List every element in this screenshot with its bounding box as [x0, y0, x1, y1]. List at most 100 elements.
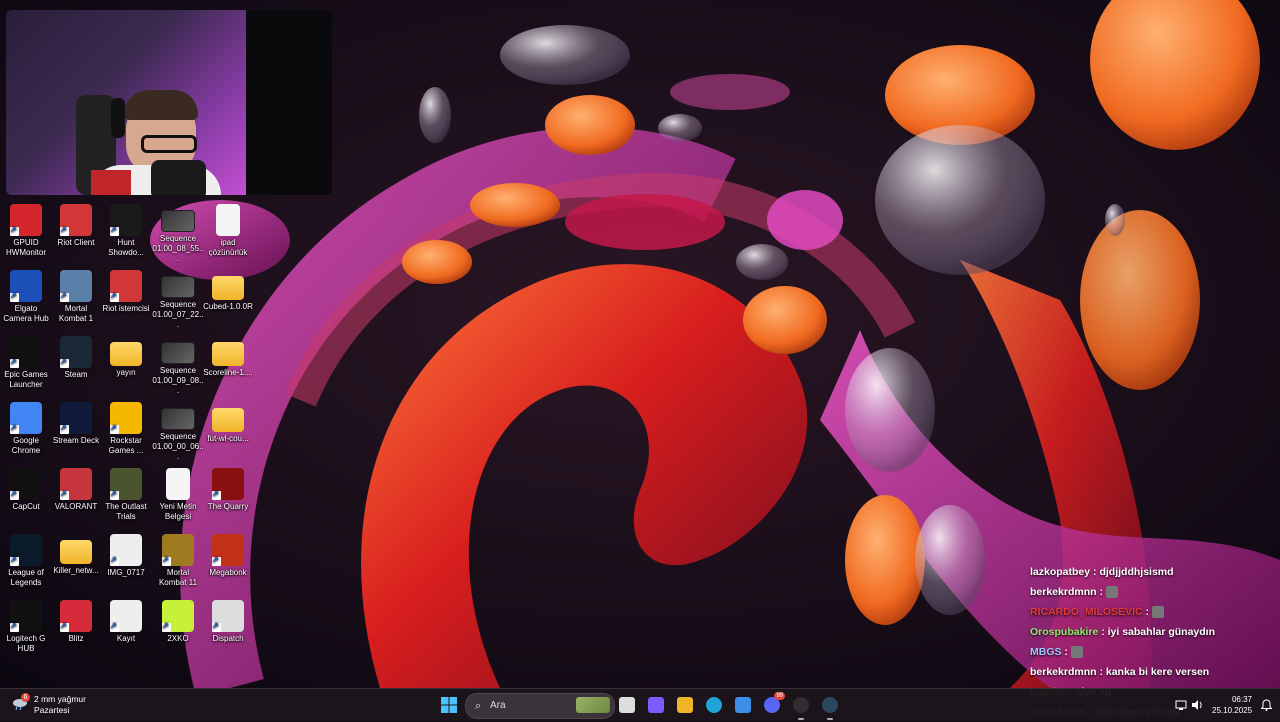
outlast-trials-icon — [110, 468, 142, 500]
desktop-icon[interactable]: Stream Deck — [50, 398, 102, 446]
copilot-taskbar-button[interactable] — [645, 694, 667, 716]
bell-icon — [1260, 699, 1272, 711]
microsoft-store-taskbar-button[interactable] — [732, 694, 754, 716]
league-of-legends-icon — [10, 534, 42, 566]
task-view-taskbar-button[interactable] — [616, 694, 638, 716]
edge-taskbar-button[interactable] — [703, 694, 725, 716]
desktop-icon[interactable]: The Outlast Trials — [100, 464, 152, 522]
desktop-icon[interactable]: ipad çözünürlük — [202, 200, 254, 258]
desktop-icon[interactable]: Riot Client — [50, 200, 102, 248]
taskbar-search[interactable]: ⌕ Ara — [465, 693, 615, 719]
chat-username: RICARDO_MILOSEVIĆ — [1030, 606, 1143, 618]
chat-username: berkekrdmnn — [1030, 586, 1097, 598]
chat-username: lazkopatbey — [1030, 566, 1091, 578]
microsoft-store-icon — [735, 697, 751, 713]
obs-taskbar-button[interactable] — [790, 694, 812, 720]
desktop-icon[interactable]: GPUID HWMonitor — [0, 200, 52, 258]
desktop-icon[interactable]: Killer_netw... — [50, 530, 102, 576]
shortcut-arrow-icon — [110, 291, 119, 302]
desktop-icon[interactable]: IMG_0717 — [100, 530, 152, 578]
desktop-icon[interactable]: League of Legends — [0, 530, 52, 588]
desktop-icon-label: The Quarry — [207, 502, 249, 511]
desktop-icon[interactable]: Riot istemcisi — [100, 266, 152, 314]
hunt-showdown-icon — [110, 204, 142, 236]
desktop-icon[interactable]: Sequence 01.00_07_22... — [152, 266, 204, 330]
desktop-icon-label: League of Legends — [8, 568, 44, 587]
desktop-icon-label: ipad çözünürlük — [208, 238, 248, 257]
mortal-kombat-1-icon — [60, 270, 92, 302]
clock-time: 06:37 — [1231, 695, 1252, 704]
desktop-icon[interactable]: The Quarry — [202, 464, 254, 512]
desktop-icon[interactable]: Megabonk — [202, 530, 254, 578]
desktop-icon-label: Sequence 01.00_07_22... — [152, 300, 204, 329]
desktop-icon[interactable]: Rockstar Games ... — [100, 398, 152, 456]
shortcut-arrow-icon — [212, 621, 221, 632]
desktop-icon[interactable]: Mortal Kombat 11 — [152, 530, 204, 588]
desktop-icon-label: 2XKO — [167, 634, 189, 643]
taskbar-clock[interactable]: 06:37 25.10.2025 — [1212, 694, 1252, 716]
desktop-icon-label: fut-wl-cou... — [207, 434, 249, 443]
steam-taskbar-button[interactable] — [819, 694, 841, 720]
desktop-icon-label: Cubed-1.0.0R — [203, 302, 253, 311]
valorant-icon — [60, 468, 92, 500]
file-explorer-taskbar-button[interactable] — [674, 694, 696, 716]
start-button[interactable] — [438, 694, 460, 716]
desktop-icon-label: Blitz — [68, 634, 84, 643]
shortcut-arrow-icon — [10, 489, 19, 500]
folder-icon — [212, 408, 244, 432]
desktop-icon[interactable]: 2XKO — [152, 596, 204, 644]
desktop-icon[interactable]: Sequence 01.00_09_08... — [152, 332, 204, 396]
shortcut-arrow-icon — [10, 225, 19, 236]
desktop-icon[interactable]: Blitz — [50, 596, 102, 644]
desktop-icon[interactable]: Scoreline-1.... — [202, 332, 254, 378]
folder-icon — [212, 342, 244, 366]
task-view-icon — [619, 697, 635, 713]
desktop-icon-label: yayın — [116, 368, 136, 377]
desktop-icon[interactable]: Yeni Metin Belgesi — [152, 464, 204, 522]
notification-bell-icon[interactable] — [1255, 694, 1277, 716]
blitz-icon — [60, 600, 92, 632]
desktop-icon-label: Steam — [64, 370, 88, 379]
desktop-icon[interactable]: Logitech G HUB — [0, 596, 52, 654]
riot-client-icon — [60, 204, 92, 236]
desktop-icon[interactable]: Steam — [50, 332, 102, 380]
desktop-icon[interactable]: Sequence 01.00_08_55... — [152, 200, 204, 264]
desktop-icon[interactable]: Google Chrome — [0, 398, 52, 456]
desktop-icon[interactable]: fut-wl-cou... — [202, 398, 254, 444]
volume-icon[interactable] — [1186, 694, 1208, 716]
clock-date: 25.10.2025 — [1212, 706, 1253, 715]
chat-text: djdjjddhjsismd — [1099, 566, 1174, 578]
mortal-kombat-11-icon — [162, 534, 194, 566]
desktop-icon-label: Rockstar Games ... — [108, 436, 144, 455]
shortcut-arrow-icon — [162, 621, 171, 632]
desktop-icon[interactable]: VALORANT — [50, 464, 102, 512]
desktop-icon[interactable]: Sequence 01.00_00_06... — [152, 398, 204, 462]
shortcut-arrow-icon — [110, 225, 119, 236]
chat-emote-icon — [1070, 646, 1083, 659]
desktop-icon[interactable]: Cubed-1.0.0R — [202, 266, 254, 312]
discord-taskbar-button[interactable]: 99 — [761, 692, 785, 716]
desktop-icon[interactable]: Epic Games Launcher — [0, 332, 52, 390]
obs-icon — [793, 697, 809, 713]
desktop-icons: GPUID HWMonitor Riot Client Hunt Showdo...… — [0, 200, 260, 670]
dispatch-icon — [212, 600, 244, 632]
headset — [111, 98, 125, 138]
text-document-icon — [166, 468, 190, 500]
desktop-icon[interactable]: yayın — [100, 332, 152, 378]
chat-emote-icon — [1105, 586, 1118, 599]
desktop-icon[interactable]: Mortal Kombat 1 — [50, 266, 102, 324]
desktop-icon[interactable]: Elgato Camera Hub — [0, 266, 52, 324]
folder-icon — [60, 540, 92, 564]
desktop-icon[interactable]: Kayıt — [100, 596, 152, 644]
desktop-icon[interactable]: Hunt Showdo... — [100, 200, 152, 258]
shortcut-arrow-icon — [60, 423, 69, 434]
chat-username: berkekrdmnn — [1030, 666, 1097, 678]
shortcut-arrow-icon — [10, 291, 19, 302]
desktop-icon-label: Dispatch — [212, 634, 244, 643]
desktop-icon-label: Sequence 01.00_09_08... — [152, 366, 204, 395]
desktop-icon[interactable]: Dispatch — [202, 596, 254, 644]
chat-message: RICARDO_MILOSEVIĆ : — [1030, 602, 1270, 622]
desktop-icon-label: Sequence 01.00_00_06... — [152, 432, 204, 461]
edge-icon — [706, 697, 722, 713]
desktop-icon[interactable]: CapCut — [0, 464, 52, 512]
